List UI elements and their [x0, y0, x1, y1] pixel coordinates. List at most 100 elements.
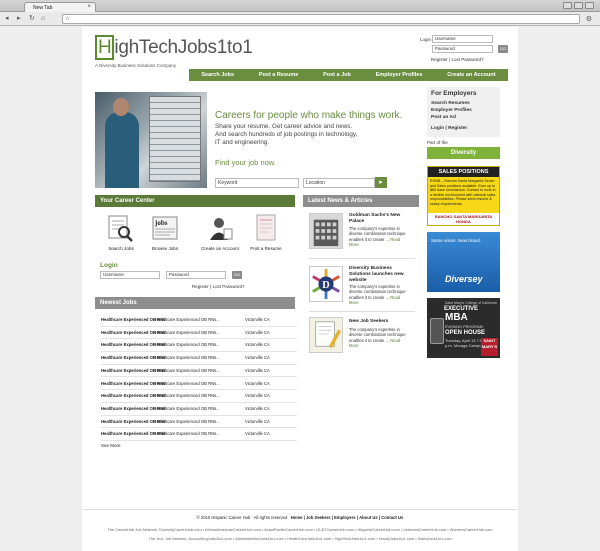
job-location: Victorville CA: [245, 317, 270, 322]
table-row[interactable]: Healthcare Experienced OB RNs Healthcare …: [101, 416, 297, 429]
password-input[interactable]: Password: [432, 45, 493, 53]
hero-title: Careers for people who make things work.: [215, 110, 403, 121]
career-register-link[interactable]: Register: [192, 284, 209, 289]
news-title-3[interactable]: New Job Seekers: [349, 319, 409, 325]
job-employer: Healthcare Experienced OB RNs...: [155, 393, 220, 399]
footer-divider: [82, 509, 518, 510]
keyword-input[interactable]: Keyword: [215, 178, 299, 188]
search-jobs-icon[interactable]: [105, 213, 135, 243]
1to1-network-links[interactable]: The 1to1 Job Network: AccountingJobs1to1…: [0, 536, 600, 541]
employer-link-post-ad[interactable]: Post an Ad: [431, 115, 456, 120]
news-image-diversity-logo[interactable]: D: [309, 266, 343, 302]
window-close-button[interactable]: [585, 2, 594, 9]
job-employer: Healthcare Experienced OB RNs...: [155, 317, 220, 322]
tagline: A Diversity Business Solutions Company: [95, 63, 177, 68]
hero-line-1: Share your resume. Get career advice and…: [215, 123, 353, 130]
reload-icon[interactable]: ↻: [29, 15, 35, 23]
page: HighTechJobs1to1 A Diversity Business So…: [82, 27, 518, 551]
nav-post-resume[interactable]: Post a Resume: [259, 72, 298, 78]
ad-sales-positions[interactable]: SALES POSITIONS RSMB – Rancho Santa Marg…: [427, 166, 500, 226]
footer-job-seekers-link[interactable]: Job Seekers: [306, 515, 331, 520]
footer-home-link[interactable]: Home: [291, 515, 303, 520]
cc-post-resume-label[interactable]: Post a Resume: [244, 246, 288, 251]
nav-post-job[interactable]: Post a Job: [323, 72, 351, 78]
news-title-1[interactable]: Goldman Sachs's New Palace: [349, 213, 409, 225]
table-row[interactable]: Healthcare Experienced OB RNs Healthcare …: [101, 339, 297, 353]
job-employer: Healthcare Experienced OB RNs...: [155, 355, 220, 361]
username-input[interactable]: Username: [432, 35, 493, 43]
table-row[interactable]: Healthcare Experienced OB RNs Healthcare …: [101, 314, 297, 327]
cc-browse-jobs-label[interactable]: Browse Jobs: [143, 246, 187, 251]
nav-employer-profiles[interactable]: Employer Profiles: [376, 72, 423, 78]
back-icon[interactable]: ◂: [5, 15, 9, 23]
employer-account-links: Login | Register: [431, 126, 467, 131]
footer-contact-link[interactable]: Contact Us: [381, 515, 403, 520]
table-row[interactable]: Healthcare Experienced OB RNs Healthcare …: [101, 403, 297, 416]
job-employer: Healthcare Experienced OB RNs...: [155, 329, 220, 335]
see-more-link[interactable]: See More: [101, 443, 121, 448]
career-login-go-button[interactable]: GO: [232, 271, 242, 279]
table-row[interactable]: Healthcare Experienced OB RNs Healthcare …: [101, 365, 297, 378]
table-row[interactable]: Healthcare Experienced OB RNs Healthcare …: [101, 378, 297, 391]
hero-line-3: IT and engineering.: [215, 139, 270, 146]
news-title-2[interactable]: Diversity Business Solutions launches ne…: [349, 266, 409, 283]
careerhub-network-links[interactable]: The CareerHub Job Network: DiversityCare…: [0, 527, 600, 532]
employer-link-profiles[interactable]: Employer Profiles: [431, 108, 472, 113]
employer-box: For Employers Search Resumes Employer Pr…: [427, 87, 500, 137]
home-icon[interactable]: ⌂: [41, 15, 45, 23]
job-employer: Healthcare Experienced OB RNs...: [155, 367, 220, 373]
svg-text:jobs: jobs: [154, 219, 168, 227]
table-row[interactable]: Healthcare Experienced OB RNs Healthcare …: [101, 327, 297, 340]
news-body-3: The company's expertise in diverse combi…: [349, 327, 409, 349]
technician-head: [113, 98, 129, 116]
post-resume-icon[interactable]: [251, 213, 281, 243]
job-search-button[interactable]: ▸: [375, 177, 387, 188]
technician: [105, 112, 139, 188]
forward-icon[interactable]: ▸: [17, 15, 21, 23]
login-go-button[interactable]: GO: [498, 45, 508, 53]
career-username-input[interactable]: Username: [100, 271, 160, 279]
news-image-job-seekers[interactable]: [309, 317, 343, 353]
job-employer: Healthcare Experienced OB RNs...: [155, 380, 220, 386]
cc-search-jobs-label[interactable]: Search Jobs: [99, 246, 143, 251]
news-divider: [309, 311, 415, 312]
ad-diversey[interactable]: Same vision. New brand. Diversey: [427, 232, 500, 292]
hero-image: [95, 92, 207, 188]
diversity-badge[interactable]: Diversity: [427, 147, 500, 159]
table-row[interactable]: Healthcare Experienced OB RNs Healthcare …: [101, 352, 297, 365]
wrench-icon[interactable]: ⚙: [586, 15, 592, 23]
career-lost-password-link[interactable]: Lost Password?: [212, 284, 244, 289]
employer-register-link[interactable]: Register: [448, 126, 467, 131]
employer-login-link[interactable]: Login: [431, 126, 444, 131]
copyright: © 2010 Hispanic Career Hub · All rights …: [196, 515, 288, 520]
employer-link-search-resumes[interactable]: Search Resumes: [431, 101, 470, 106]
close-icon[interactable]: ×: [87, 4, 91, 10]
table-row[interactable]: Healthcare Experienced OB RNs Healthcare …: [101, 428, 297, 441]
job-employer: Healthcare Experienced OB RNs...: [155, 431, 220, 437]
ad-executive-mba[interactable]: Saint Mary's College of California EXECU…: [427, 298, 500, 358]
create-account-icon[interactable]: [205, 213, 235, 243]
nav-create-account[interactable]: Create an Account: [447, 72, 495, 78]
career-password-input[interactable]: Password: [166, 271, 226, 279]
news-image-building[interactable]: [309, 213, 343, 249]
minimize-button[interactable]: [563, 2, 572, 9]
browse-jobs-icon[interactable]: jobs: [150, 213, 180, 243]
address-bar[interactable]: ☆: [62, 14, 580, 24]
job-employer: Healthcare Experienced OB RNs...: [155, 342, 220, 348]
table-row[interactable]: Healthcare Experienced OB RNs Healthcare …: [101, 390, 297, 403]
logo-letter: H: [95, 35, 115, 60]
footer-employers-link[interactable]: Employers: [334, 515, 355, 520]
ad3-open-house: OPEN HOUSE: [445, 330, 486, 336]
cc-create-account-label[interactable]: Create an Account: [198, 246, 242, 251]
server-rack: [149, 96, 201, 182]
register-link[interactable]: Register: [431, 57, 448, 62]
nav-search-jobs[interactable]: Search Jobs: [201, 72, 234, 78]
browser-tab[interactable]: New Tab ×: [24, 2, 96, 12]
job-location: Victorville CA: [245, 380, 270, 386]
site-logo[interactable]: HighTechJobs1to1: [95, 35, 253, 60]
lost-password-link[interactable]: Lost Password?: [451, 57, 483, 62]
maximize-button[interactable]: [574, 2, 583, 9]
star-icon[interactable]: ☆: [65, 15, 70, 23]
location-input[interactable]: Location: [303, 178, 375, 188]
footer-about-link[interactable]: About Us: [359, 515, 378, 520]
